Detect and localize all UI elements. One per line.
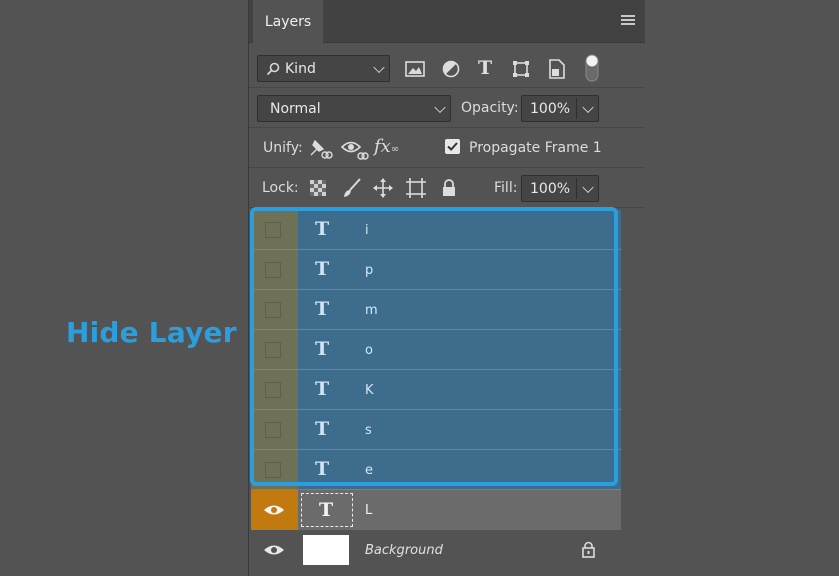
lock-label: Lock: [262,180,299,196]
layer-name[interactable]: K [365,383,374,398]
text-layer-icon: T [315,378,330,400]
layer-row[interactable]: T m [251,290,621,330]
search-icon [266,62,280,75]
visibility-toggle[interactable] [251,370,298,409]
unify-visibility-icon[interactable] [341,137,369,161]
layer-row[interactable]: T L [251,490,621,530]
fill-label: Fill: [494,180,518,196]
shape-filter-icon[interactable] [512,60,530,78]
layers-list: T i T p T m T o T K T s T e T L Backgrou… [249,208,645,576]
hidden-visibility-box [265,222,281,238]
checkmark-icon [447,142,458,151]
layer-name[interactable]: p [365,263,373,278]
hide-layer-annotation: Hide Layer [66,316,237,349]
hidden-visibility-box [265,462,281,478]
lock-image-brush-icon[interactable] [342,178,362,198]
panel-menu-icon[interactable] [621,15,635,26]
layer-name[interactable]: i [365,223,369,238]
visibility-toggle[interactable] [251,290,298,329]
filter-kind-select[interactable]: Kind [257,55,390,82]
layer-row[interactable]: T s [251,410,621,450]
hidden-visibility-box [265,342,281,358]
layer-name[interactable]: o [365,343,373,358]
visibility-toggle[interactable] [251,490,298,530]
layers-panel: Layers Kind T Normal Opacity: 100% Unify… [248,0,645,576]
text-layer-icon: T [315,338,330,360]
text-layer-thumbnail: T [301,493,353,527]
type-filter-icon[interactable]: T [478,57,492,79]
visibility-toggle[interactable] [251,250,298,289]
visibility-toggle[interactable] [251,210,298,249]
fill-input[interactable]: 100% [521,175,599,202]
opacity-input[interactable]: 100% [521,95,599,122]
unify-position-icon[interactable] [307,137,333,161]
layer-row[interactable]: T e [251,450,621,490]
filter-kind-label: Kind [285,60,316,77]
unify-style-icon[interactable]: fx∞ [374,136,399,157]
layer-row[interactable]: T p [251,250,621,290]
hidden-visibility-box [265,302,281,318]
layer-row[interactable]: T K [251,370,621,410]
blend-mode-select[interactable]: Normal [257,95,451,122]
opacity-label: Opacity: [461,100,519,116]
text-layer-icon: T [315,458,330,480]
tab-layers[interactable]: Layers [253,0,323,43]
pixel-filter-icon[interactable] [405,61,425,77]
unify-label: Unify: [263,140,303,156]
propagate-checkbox[interactable] [445,139,460,154]
unify-row: Unify: fx∞ Propagate Frame 1 [249,128,645,168]
hidden-visibility-box [265,382,281,398]
hidden-visibility-box [265,262,281,278]
layer-name[interactable]: L [365,503,372,518]
filter-row: Kind T [249,48,645,88]
fill-value: 100% [530,180,571,197]
hidden-visibility-box [265,422,281,438]
visibility-toggle[interactable] [251,410,298,449]
lock-position-move-icon[interactable] [373,178,393,198]
lock-transparent-icon[interactable] [310,180,326,196]
visibility-toggle[interactable] [251,330,298,369]
lock-artboard-icon[interactable] [406,178,426,198]
visibility-toggle[interactable] [251,450,298,489]
layer-name[interactable]: Background [365,543,443,558]
adjustment-filter-icon[interactable] [442,60,460,78]
lock-all-icon[interactable] [442,179,456,197]
smart-object-filter-icon[interactable] [548,59,566,79]
blend-mode-value: Normal [270,100,321,117]
eye-icon [264,545,284,555]
opacity-value: 100% [530,100,571,117]
propagate-label: Propagate Frame 1 [469,140,602,156]
layer-name[interactable]: e [365,463,373,478]
background-thumbnail [303,535,349,565]
text-layer-icon: T [315,418,330,440]
layer-row[interactable]: Background [251,530,621,570]
layer-row[interactable]: T o [251,330,621,370]
lock-row: Lock: Fill: 100% [249,168,645,208]
visibility-toggle[interactable] [251,530,298,570]
text-layer-icon: T [315,298,330,320]
layer-name[interactable]: s [365,423,372,438]
layer-name[interactable]: m [365,303,378,318]
text-layer-icon: T [315,218,330,240]
layer-row[interactable]: T i [251,210,621,250]
text-layer-icon: T [315,258,330,280]
blend-row: Normal Opacity: 100% [249,88,645,128]
lock-icon [582,541,595,558]
panel-tab-bar: Layers [249,0,645,43]
filter-toggle-icon[interactable] [585,54,599,82]
eye-icon [264,505,284,515]
